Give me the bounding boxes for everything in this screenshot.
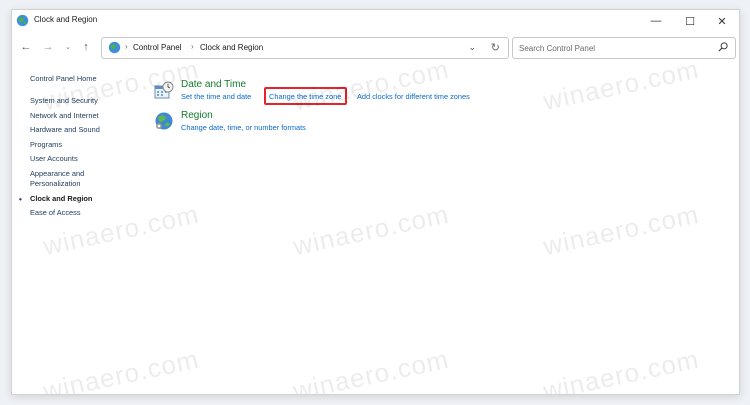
breadcrumb-separator: ›	[125, 42, 128, 51]
up-arrow-icon[interactable]: ↑	[78, 40, 94, 54]
watermark: winaero.com	[290, 198, 452, 262]
search-box[interactable]	[512, 37, 736, 59]
watermark: winaero.com	[40, 343, 202, 395]
forward-arrow-icon[interactable]: →	[40, 40, 56, 54]
back-arrow-icon[interactable]: ←	[18, 40, 34, 54]
highlight-box	[264, 87, 347, 105]
address-bar[interactable]: › Control Panel › Clock and Region ⌄ ↻	[101, 37, 509, 59]
recent-locations-chevron-icon[interactable]: ⌄	[60, 40, 76, 54]
sidebar-item-control-panel-home[interactable]: Control Panel Home	[30, 74, 140, 84]
sidebar-item-clock-and-region[interactable]: • Clock and Region	[19, 193, 140, 204]
title-bar: Clock and Region — ☐ ✕	[12, 10, 739, 32]
close-button[interactable]: ✕	[705, 10, 739, 32]
sidebar-item-appearance-and-personalization[interactable]: Appearance and	[30, 169, 140, 179]
change-formats-link[interactable]: Change date, time, or number formats	[181, 123, 306, 132]
watermark: winaero.com	[540, 53, 702, 117]
control-panel-globe-icon	[16, 14, 29, 27]
maximize-button[interactable]: ☐	[673, 10, 707, 32]
date-and-time-icon[interactable]	[154, 81, 174, 101]
breadcrumb-separator: ›	[191, 42, 194, 51]
search-icon[interactable]	[717, 41, 729, 53]
breadcrumb-clock-and-region[interactable]: Clock and Region	[200, 43, 263, 52]
refresh-icon[interactable]: ↻	[491, 41, 500, 54]
set-time-and-date-link[interactable]: Set the time and date	[181, 92, 251, 101]
navigation-bar: ← → ⌄ ↑ › Control Panel › Clock and Regi…	[12, 34, 739, 60]
watermark: winaero.com	[290, 343, 452, 395]
current-item-bullet: •	[19, 194, 22, 204]
sidebar-item-label: Clock and Region	[30, 193, 93, 203]
search-input[interactable]	[517, 40, 711, 56]
sidebar-item-hardware-and-sound[interactable]: Hardware and Sound	[30, 125, 140, 135]
sidebar-item-appearance-and-personalization-line2[interactable]: Personalization	[30, 179, 140, 189]
watermark: winaero.com	[540, 343, 702, 395]
address-dropdown-chevron-icon[interactable]: ⌄	[468, 42, 476, 53]
region-globe-icon[interactable]	[154, 111, 174, 131]
region-title[interactable]: Region	[181, 110, 213, 121]
window-title: Clock and Region	[34, 15, 98, 24]
breadcrumb-control-panel[interactable]: Control Panel	[133, 43, 181, 52]
watermark: winaero.com	[540, 198, 702, 262]
minimize-button[interactable]: —	[639, 10, 673, 32]
sidebar-item-programs[interactable]: Programs	[30, 140, 140, 150]
sidebar-item-system-and-security[interactable]: System and Security	[30, 96, 140, 106]
add-clocks-link[interactable]: Add clocks for different time zones	[357, 92, 470, 101]
watermark: winaero.com	[290, 53, 452, 117]
sidebar-item-user-accounts[interactable]: User Accounts	[30, 154, 140, 164]
sidebar-item-network-and-internet[interactable]: Network and Internet	[30, 111, 140, 121]
date-and-time-title[interactable]: Date and Time	[181, 79, 246, 90]
sidebar-item-ease-of-access[interactable]: Ease of Access	[30, 208, 140, 218]
control-panel-window: Clock and Region — ☐ ✕ ← → ⌄ ↑ › Control…	[11, 9, 740, 395]
control-panel-globe-icon	[108, 41, 121, 54]
sidebar: Control Panel Home System and Security N…	[19, 74, 140, 223]
